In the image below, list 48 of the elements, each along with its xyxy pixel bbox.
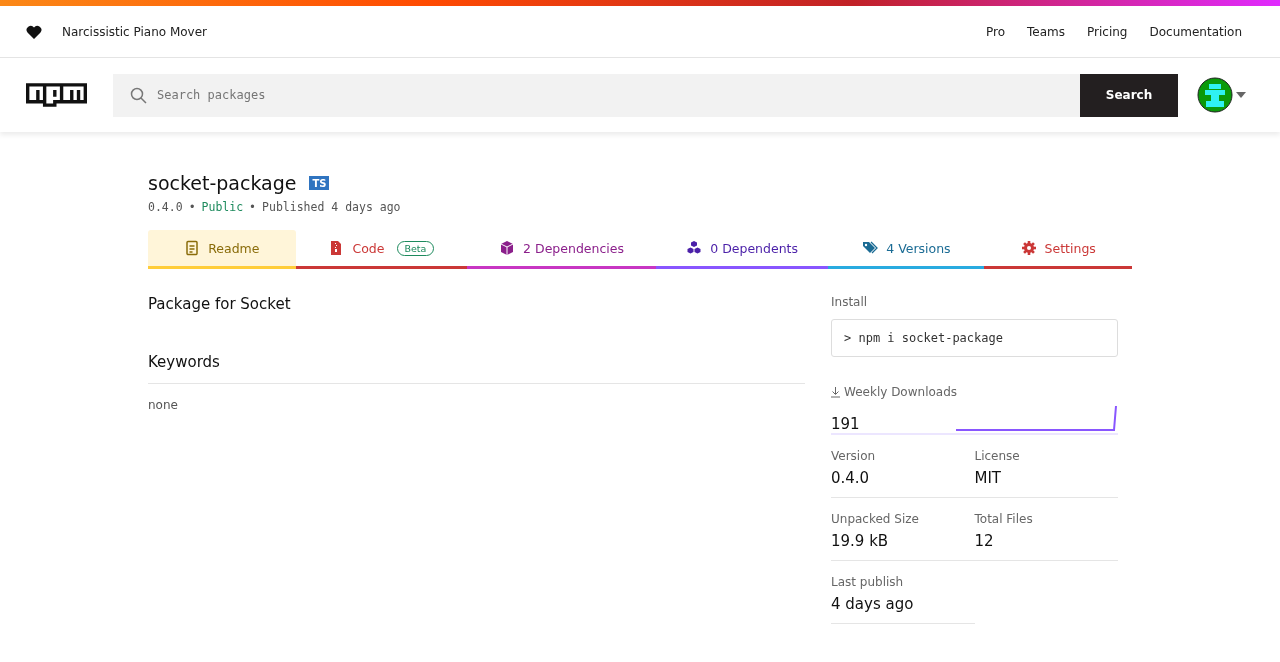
cubes-icon (686, 240, 703, 256)
npm-logo[interactable] (26, 83, 87, 107)
caret-icon[interactable] (1236, 92, 1246, 98)
stat-value: MIT (974, 469, 1003, 487)
keywords-heading: Keywords (148, 353, 805, 384)
package-description: Package for Socket (148, 295, 292, 313)
heart-icon (26, 24, 42, 39)
package-name: socket-package (148, 172, 297, 194)
downloads-label: Weekly Downloads (844, 385, 958, 399)
separator-dot: • (249, 200, 257, 214)
separator-dot: • (188, 200, 196, 214)
stat-label: Version (831, 449, 876, 463)
typescript-badge: TS (308, 176, 329, 190)
tab[interactable]: 0 Dependents (655, 230, 829, 269)
search-field[interactable]: Search packages (113, 73, 1080, 117)
keywords-text: none (148, 398, 179, 412)
stat-value: 0.4.0 (831, 469, 871, 487)
visibility-label: Public (201, 200, 244, 214)
nav-link[interactable]: Pro (986, 24, 1006, 39)
nav-link[interactable]: Documentation (1149, 24, 1242, 39)
avatar-icon[interactable] (1197, 77, 1233, 113)
tab[interactable]: Settings (984, 230, 1132, 269)
install-command[interactable]: > npm i socket-package (831, 319, 1118, 357)
stat-value: 12 (974, 532, 995, 550)
tagline: Narcissistic Piano Mover (62, 24, 208, 39)
nav-link[interactable]: Pricing (1087, 24, 1128, 39)
search-icon (130, 86, 147, 104)
stat-value: 4 days ago (831, 595, 915, 613)
download-icon (831, 386, 840, 398)
downloads-count: 191 (831, 415, 860, 433)
tab[interactable]: 4 Versions (828, 230, 985, 269)
install-label: Install (831, 295, 868, 309)
tab[interactable]: 2 Dependencies (467, 230, 656, 269)
document-icon (184, 240, 201, 256)
stat-label: Total Files (974, 512, 1033, 526)
stat-label: License (974, 449, 1020, 463)
stat-value: 19.9 kB (831, 532, 890, 550)
gear-icon (1020, 240, 1037, 256)
published-date: Published 4 days ago (262, 200, 401, 214)
tab[interactable]: Code Beta (295, 230, 468, 269)
nav-link[interactable]: Teams (1027, 24, 1066, 39)
cube-icon (499, 240, 516, 256)
package-version: 0.4.0 (148, 200, 183, 214)
stat-label: Unpacked Size (831, 512, 919, 526)
search-button[interactable]: Search (1080, 73, 1178, 117)
stat-label: Last publish (831, 575, 904, 589)
tab[interactable]: Readme (148, 230, 296, 269)
tags-icon (862, 240, 879, 256)
